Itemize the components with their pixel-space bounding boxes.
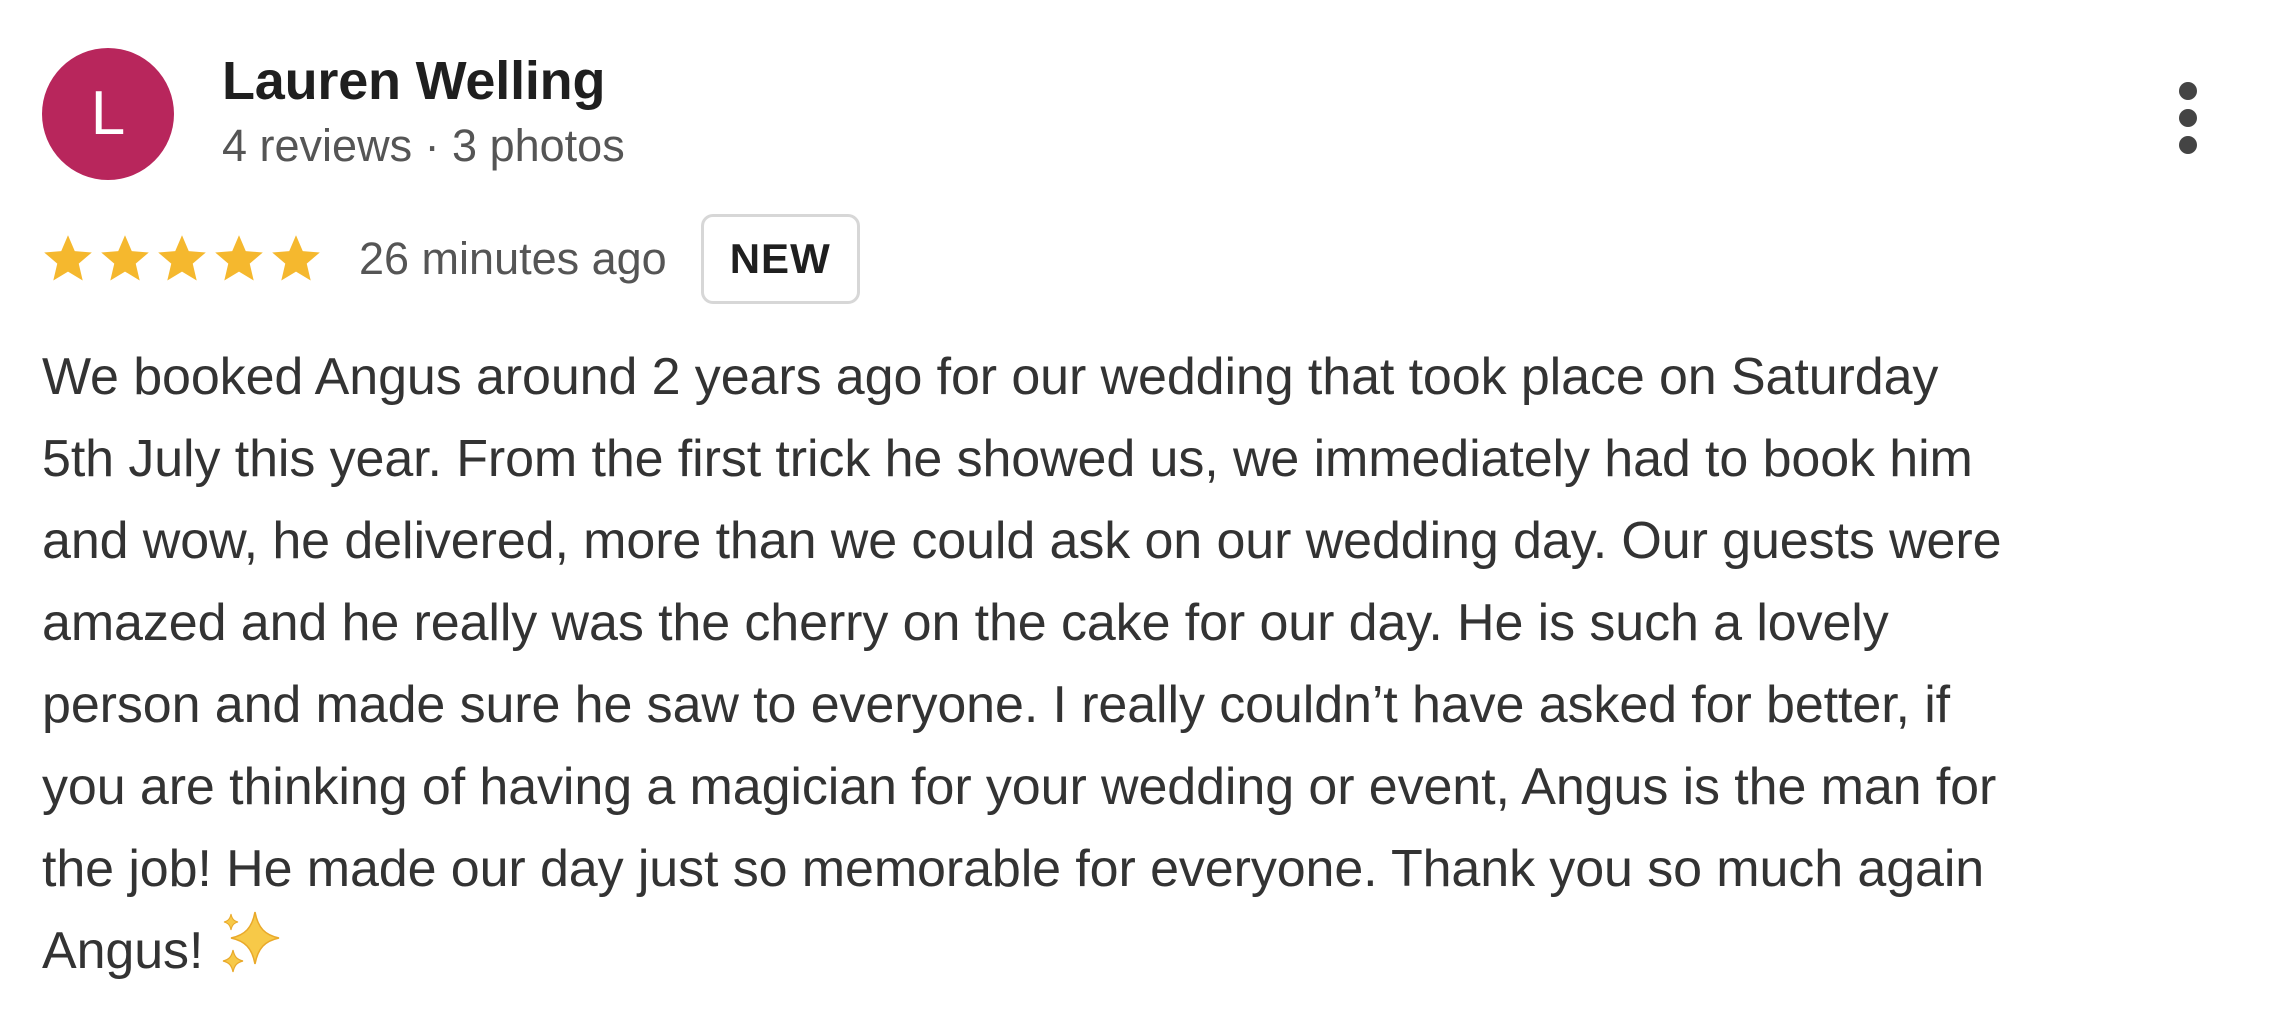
review-text-line: amazed and he really was the cherry on t… [42, 594, 1889, 652]
star-icon [211, 231, 267, 287]
more-options-button[interactable] [2160, 76, 2216, 160]
review-text-line: We booked Angus around 2 years ago for o… [42, 348, 1939, 406]
star-icon [268, 231, 324, 287]
more-vert-icon [2179, 82, 2197, 100]
review-text-line-end: Angus! [42, 922, 204, 980]
review-text-line: you are thinking of having a magician fo… [42, 758, 1997, 816]
new-badge: NEW [700, 214, 860, 304]
author-name[interactable]: Lauren Welling [222, 50, 605, 112]
star-rating [40, 231, 325, 287]
sparkles-icon [217, 910, 293, 976]
rating-row: 26 minutes ago NEW [40, 214, 860, 304]
review-text-line-last: Angus! [42, 910, 2242, 992]
review-text-line: person and made sure he saw to everyone.… [42, 676, 1951, 734]
review-text-line: and wow, he delivered, more than we coul… [42, 512, 2002, 570]
review-text: We booked Angus around 2 years ago for o… [42, 336, 2242, 992]
review-text-line: 5th July this year. From the first trick… [42, 430, 1973, 488]
star-icon [97, 231, 153, 287]
review-text-line: the job! He made our day just so memorab… [42, 840, 1985, 898]
avatar[interactable]: L [42, 48, 174, 180]
review-time: 26 minutes ago [359, 233, 667, 284]
star-icon [154, 231, 210, 287]
author-meta: 4 reviews · 3 photos [222, 120, 625, 171]
review-card: L Lauren Welling 4 reviews · 3 photos 26… [0, 0, 2280, 1036]
star-icon [40, 231, 96, 287]
